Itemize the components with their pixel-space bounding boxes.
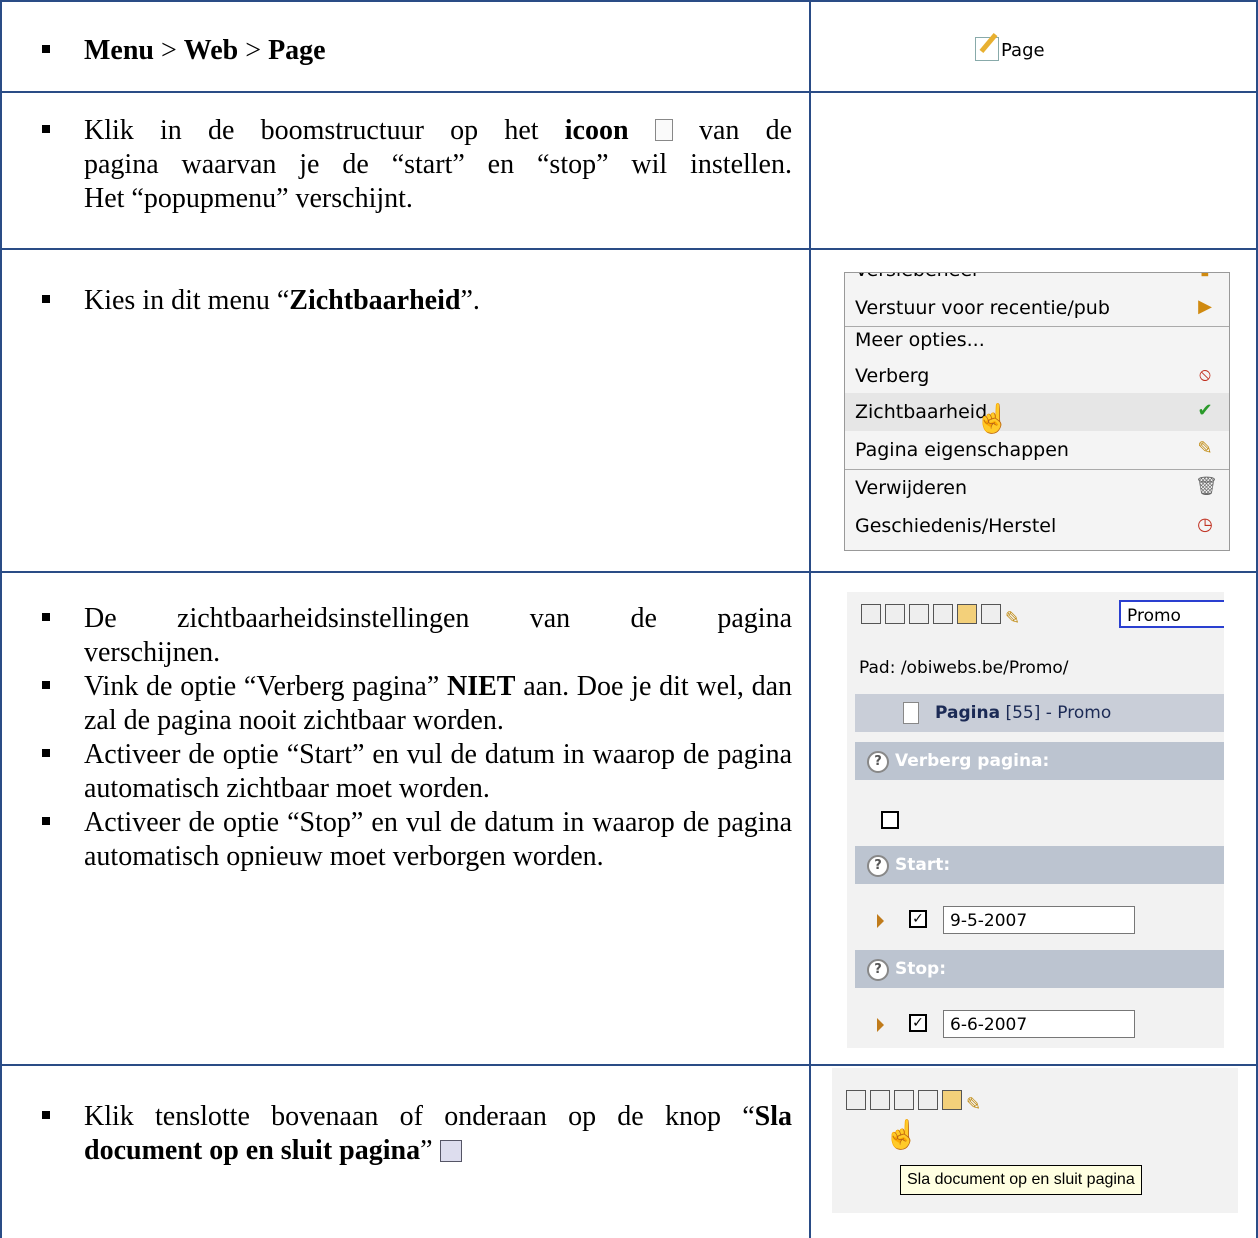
page-module-button: Page xyxy=(975,37,1045,61)
row5-instructions: Klik tenslotte bovenaan of onderaan op d… xyxy=(42,1100,792,1168)
stop-checkbox[interactable]: ✓ xyxy=(909,1014,927,1032)
send-icon: ▶ xyxy=(1198,296,1212,317)
save-close-icon[interactable] xyxy=(894,1090,914,1110)
hide-page-header: ? Verberg pagina: xyxy=(855,742,1224,780)
menu-item-hide[interactable]: Verberg ⦸ xyxy=(845,357,1229,395)
edit-toolbar: ✎ xyxy=(846,1090,990,1115)
row4-bullet2: Vink de optie “Verberg pagina” NIET aan.… xyxy=(42,670,792,738)
row1-instructions: Menu > Web > Page xyxy=(42,34,792,68)
context-menu: Versiebeheer▮ Verstuur voor recentie/pub… xyxy=(844,272,1230,551)
breadcrumb: Menu > Web > Page xyxy=(42,34,792,68)
hand-cursor-icon: ☝ xyxy=(884,1120,919,1151)
table-column-divider xyxy=(809,0,811,1238)
row4-bullet3: Activeer de optie “Start” en vul de datu… xyxy=(42,738,792,806)
trash-icon: 🗑 xyxy=(1195,476,1218,497)
row-divider xyxy=(0,571,1258,573)
edit-toolbar: ✎ xyxy=(861,604,1029,629)
start-date-field[interactable]: 9-5-2007 xyxy=(943,906,1135,934)
help-icon[interactable]: ? xyxy=(867,751,889,773)
table-left-border xyxy=(0,0,2,1238)
row5-line-2: document op en sluit pagina” xyxy=(84,1134,792,1168)
row2-line-3: Het “popupmenu” verschijnt. xyxy=(84,183,413,214)
help-icon[interactable]: ? xyxy=(867,959,889,981)
row-divider xyxy=(0,91,1258,93)
row3-instructions: Kies in dit menu “Zichtbaarheid”. xyxy=(42,284,792,318)
hand-cursor-icon: ☝ xyxy=(975,404,1010,435)
menu-item-page-properties[interactable]: Pagina eigenschappen ✎ xyxy=(845,431,1229,469)
save-view-icon[interactable] xyxy=(870,1090,890,1110)
history-icon: ◷ xyxy=(1197,514,1213,535)
undo-icon[interactable] xyxy=(981,604,1001,624)
save-close-icon xyxy=(439,1140,462,1162)
menu-item-delete[interactable]: Verwijderen 🗑 xyxy=(845,469,1229,507)
close-icon[interactable] xyxy=(933,604,953,624)
row4-bullet1-line2: verschijnen. xyxy=(84,637,221,668)
start-checkbox[interactable]: ✓ xyxy=(909,910,927,928)
help-icon[interactable]: ? xyxy=(867,855,889,877)
visibility-check-icon: ✔ xyxy=(1197,400,1213,421)
page-document-icon xyxy=(654,119,673,141)
hide-page-checkbox[interactable] xyxy=(881,811,899,829)
menu-item-history[interactable]: Geschiedenis/Herstel ◷ xyxy=(845,507,1229,545)
row5-line-1: Klik tenslotte bovenaan of onderaan op d… xyxy=(84,1101,792,1132)
delete-icon[interactable] xyxy=(957,604,977,624)
pencil-icon: ✎ xyxy=(1197,438,1213,459)
page-edit-icon xyxy=(975,37,999,61)
row2-line-1: Klik in de boomstructuur op het icoon va… xyxy=(84,115,792,146)
row4-bullet4: Activeer de optie “Stop” en vul de datum… xyxy=(42,806,792,874)
menu-item-more-options[interactable]: Meer opties... xyxy=(845,321,1229,359)
save-view-icon[interactable] xyxy=(885,604,905,624)
page-title-field[interactable]: Promo xyxy=(1119,600,1224,628)
tooltip: Sla document op en sluit pagina xyxy=(900,1165,1142,1195)
page-icon xyxy=(903,702,919,724)
menu-item-visibility[interactable]: Zichtbaarheid ✔ xyxy=(845,393,1229,431)
expand-arrow-icon[interactable] xyxy=(877,914,884,928)
row4-instructions: De zichtbaarheidsinstellingen van de pag… xyxy=(42,602,792,874)
row4-bullet1-line1: De zichtbaarheidsinstellingen van de pag… xyxy=(84,603,792,634)
pencil-icon[interactable]: ✎ xyxy=(1005,609,1025,629)
record-header: Pagina [55] - Promo xyxy=(855,694,1224,732)
row2-instructions: Klik in de boomstructuur op het icoon va… xyxy=(42,114,792,216)
row-divider xyxy=(0,248,1258,250)
visibility-settings-panel: ✎ Promo Pad: /obiwebs.be/Promo/ Pagina [… xyxy=(847,592,1224,1048)
expand-arrow-icon[interactable] xyxy=(877,1018,884,1032)
hide-icon: ⦸ xyxy=(1199,364,1211,385)
stop-header: ? Stop: xyxy=(855,950,1224,988)
start-header: ? Start: xyxy=(855,846,1224,884)
versions-icon: ▮ xyxy=(1195,273,1215,279)
table-top-border xyxy=(0,0,1258,2)
menu-item-versions[interactable]: Versiebeheer▮ xyxy=(845,273,1229,289)
save-icon[interactable] xyxy=(846,1090,866,1110)
row2-line-2: pagina waarvan je de “start” en “stop” w… xyxy=(84,149,792,180)
close-icon[interactable] xyxy=(918,1090,938,1110)
save-close-icon[interactable] xyxy=(909,604,929,624)
delete-icon[interactable] xyxy=(942,1090,962,1110)
pencil-icon[interactable]: ✎ xyxy=(966,1094,986,1114)
stop-date-field[interactable]: 6-6-2007 xyxy=(943,1010,1135,1038)
page-path: Pad: /obiwebs.be/Promo/ xyxy=(859,658,1069,678)
row-divider xyxy=(0,1064,1258,1066)
save-icon[interactable] xyxy=(861,604,881,624)
